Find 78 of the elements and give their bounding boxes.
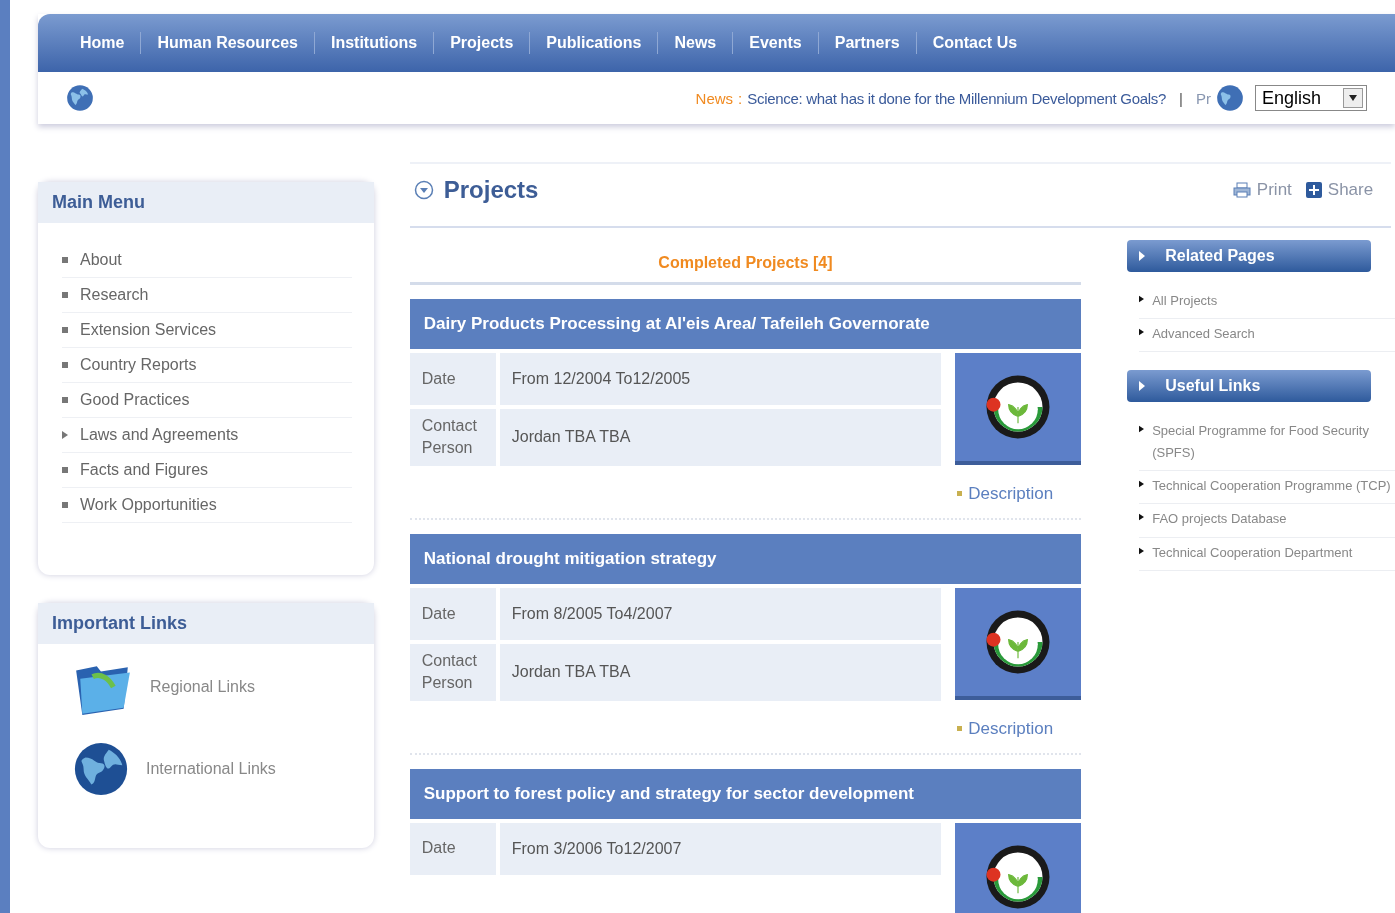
sidebar-link[interactable]: Special Programme for Food Security (SPFS) [1152, 420, 1395, 465]
square-bullet-icon [62, 327, 68, 333]
news-label: News [695, 89, 734, 107]
menu-link[interactable]: Extension Services [80, 321, 217, 339]
arrow-bullet-icon [1139, 425, 1145, 434]
square-bullet-icon [62, 467, 68, 473]
panel-heading: Main Menu [38, 182, 374, 223]
share-link[interactable]: Share [1327, 180, 1374, 200]
nav-link[interactable]: Human Resources [141, 34, 314, 52]
caret-icon [1139, 381, 1146, 392]
table-cell: From 3/2006 To12/2007 [499, 822, 942, 875]
table-cell: Date [409, 587, 496, 640]
print-link[interactable]: Print [1256, 180, 1292, 200]
collapse-icon [413, 180, 434, 200]
menu-link[interactable]: Facts and Figures [80, 461, 209, 479]
printer-icon [1232, 182, 1251, 198]
project-title: National drought mitigation strategy [409, 533, 1082, 584]
menu-link[interactable]: Country Reports [80, 356, 197, 374]
table-cell: From 8/2005 To4/2007 [499, 587, 942, 640]
square-bullet-icon [957, 491, 963, 497]
sidebar-link[interactable]: All Projects [1152, 290, 1218, 313]
nav-link[interactable]: Projects [434, 34, 530, 52]
link[interactable]: International Links [146, 760, 276, 778]
caret-icon [1139, 251, 1146, 261]
nav-link[interactable]: Publications [530, 34, 658, 52]
sidebar-link[interactable]: Advanced Search [1152, 323, 1255, 346]
table-cell: Contact Person [409, 409, 496, 466]
section-heading: Completed Projects [4] [409, 228, 1082, 285]
nav-link[interactable]: Contact Us [916, 34, 1034, 52]
sidebar-link[interactable]: FAO projects Database [1152, 508, 1287, 531]
sidebar-link[interactable]: Technical Cooperation Programme (TCP) [1152, 475, 1391, 498]
description-link[interactable]: Description [968, 718, 1054, 739]
table-cell: Contact Person [409, 643, 496, 701]
square-bullet-icon [62, 292, 68, 298]
share-icon [1305, 182, 1322, 198]
globe-icon [66, 84, 94, 112]
menu-link[interactable]: Good Practices [80, 391, 190, 409]
arrow-bullet-icon [1139, 546, 1145, 555]
globe-icon [1216, 84, 1244, 112]
news-separator: : [738, 89, 743, 107]
square-bullet-icon [62, 257, 68, 263]
menu-link[interactable]: About [80, 251, 122, 269]
square-bullet-icon [62, 362, 68, 368]
nav-link[interactable]: News [658, 34, 733, 52]
square-bullet-icon [62, 502, 68, 508]
sidebar-heading-text: Related Pages [1165, 247, 1275, 265]
nav-link[interactable]: Institutions [314, 34, 434, 52]
menu-link[interactable]: Laws and Agreements [80, 426, 239, 444]
table-cell: Jordan TBA TBA [499, 409, 942, 466]
nav-link[interactable]: Events [733, 34, 818, 52]
table-cell: Date [409, 353, 496, 405]
project-title: Dairy Products Processing at Al'eis Area/ Tafeileh Governorate [409, 299, 1082, 349]
menu-link[interactable]: Research [80, 286, 149, 304]
square-bullet-icon [957, 726, 963, 732]
arrow-bullet-icon [1139, 295, 1145, 303]
project-title: Support to forest policy and strategy for sector development [409, 768, 1082, 819]
arrow-bullet-icon [1139, 480, 1145, 489]
panel-heading: Important Links [38, 603, 374, 644]
description-link[interactable]: Description [968, 483, 1054, 504]
page-title: Projects [443, 176, 539, 204]
square-bullet-icon [62, 397, 68, 403]
table-cell: From 12/2004 To12/2005 [499, 353, 942, 405]
sidebar-heading-text: Useful Links [1165, 377, 1261, 396]
table-cell: Date [409, 822, 496, 875]
sidebar-link[interactable]: Technical Cooperation Department [1152, 541, 1353, 564]
arrow-bullet-icon [1139, 328, 1145, 337]
news-headline-fragment: Pr [1196, 89, 1211, 107]
nav-link[interactable]: Partners [818, 34, 916, 52]
nav-link[interactable]: Home [64, 34, 141, 52]
arrow-bullet-icon [62, 431, 68, 439]
news-divider: | [1179, 89, 1183, 107]
link[interactable]: Regional Links [150, 678, 255, 696]
arrow-bullet-icon [1139, 513, 1145, 522]
news-headline-link[interactable]: Science: what has it done for the Millennium Development Goals? [747, 89, 1167, 107]
language-select[interactable]: English [1255, 85, 1367, 111]
globe-icon [72, 740, 130, 798]
table-cell: Jordan TBA TBA [499, 643, 942, 701]
menu-link[interactable]: Work Opportunities [80, 496, 217, 514]
